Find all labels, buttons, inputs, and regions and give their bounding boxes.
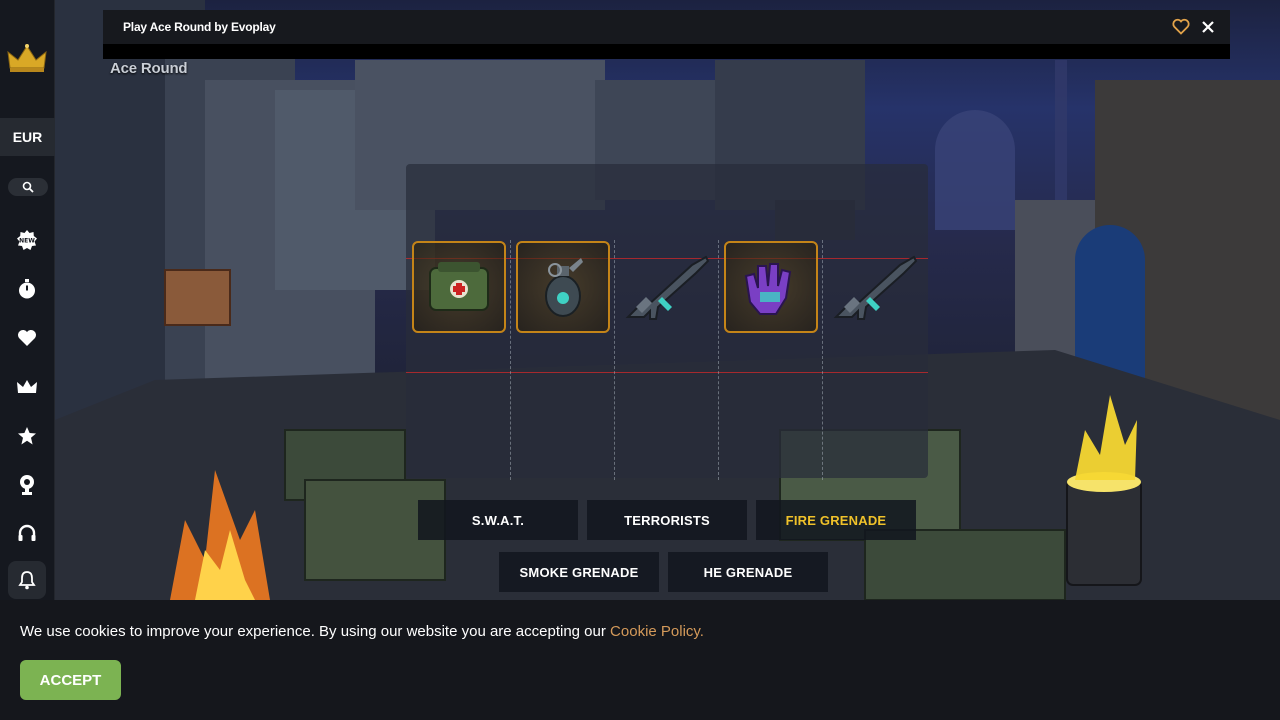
accept-cookies-button[interactable]: ACCEPT	[20, 660, 121, 700]
bet-fire-grenade-button[interactable]: FIRE GRENADE	[756, 500, 916, 540]
tournaments-button[interactable]	[12, 470, 42, 500]
currency-selector[interactable]: EUR	[0, 118, 55, 156]
game-label: Ace Round	[110, 60, 188, 77]
symbol-frag-grenade	[516, 241, 610, 333]
rifle-icon	[625, 255, 710, 320]
stopwatch-icon	[19, 279, 35, 299]
bet-smoke-grenade-button[interactable]: SMOKE GRENADE	[499, 552, 659, 592]
new-games-button[interactable]: NEW	[12, 225, 42, 255]
crown-icon	[17, 380, 37, 393]
favorites-button[interactable]	[12, 323, 42, 353]
symbol-tactical-gloves	[724, 241, 818, 333]
reel-divider	[718, 240, 719, 480]
symbol-assault-rifle	[620, 241, 714, 333]
bell-icon	[18, 571, 36, 590]
rifle-icon	[833, 255, 918, 320]
game-window-strip	[103, 44, 1230, 59]
currency-label: EUR	[12, 129, 43, 145]
favorite-game-button[interactable]	[1172, 18, 1190, 36]
svg-text:NEW: NEW	[19, 238, 35, 245]
gloves-icon	[744, 263, 792, 315]
headset-icon	[18, 524, 36, 541]
bet-he-grenade-button[interactable]: HE GRENADE	[668, 552, 828, 592]
reel-divider	[614, 240, 615, 480]
payline	[406, 372, 928, 373]
bet-swat-button[interactable]: S.W.A.T.	[418, 500, 578, 540]
game-window-header: Play Ace Round by Evoplay	[103, 10, 1230, 44]
search-icon	[22, 181, 34, 193]
cookie-text: We use cookies to improve your experienc…	[20, 623, 611, 640]
cookie-message: We use cookies to improve your experienc…	[20, 623, 704, 640]
heart-outline-icon	[1172, 18, 1190, 35]
support-button[interactable]	[12, 519, 42, 549]
close-game-button[interactable]	[1199, 18, 1217, 36]
star-icon	[18, 427, 36, 445]
reel-divider	[510, 240, 511, 480]
medkit-icon	[429, 262, 489, 311]
game-window-title: Play Ace Round by Evoplay	[123, 20, 276, 34]
cookie-policy-link[interactable]: Cookie Policy.	[610, 623, 704, 640]
heart-icon	[18, 330, 36, 346]
cookie-banner: We use cookies to improve your experienc…	[0, 600, 1280, 720]
notifications-button[interactable]	[8, 561, 46, 599]
featured-button[interactable]	[12, 421, 42, 451]
recent-button[interactable]	[12, 274, 42, 304]
reel-divider	[822, 240, 823, 480]
vip-button[interactable]	[12, 372, 42, 402]
symbol-assault-rifle	[828, 241, 922, 333]
grenade-icon	[545, 258, 583, 317]
crown-logo[interactable]	[6, 42, 48, 74]
symbol-medkit	[412, 241, 506, 333]
new-badge-icon: NEW	[17, 230, 37, 250]
trophy-icon	[20, 475, 34, 495]
search-button[interactable]	[8, 178, 48, 196]
bet-terrorists-button[interactable]: TERRORISTS	[587, 500, 747, 540]
sidebar: EUR NEW	[0, 0, 55, 600]
close-icon	[1202, 21, 1214, 33]
